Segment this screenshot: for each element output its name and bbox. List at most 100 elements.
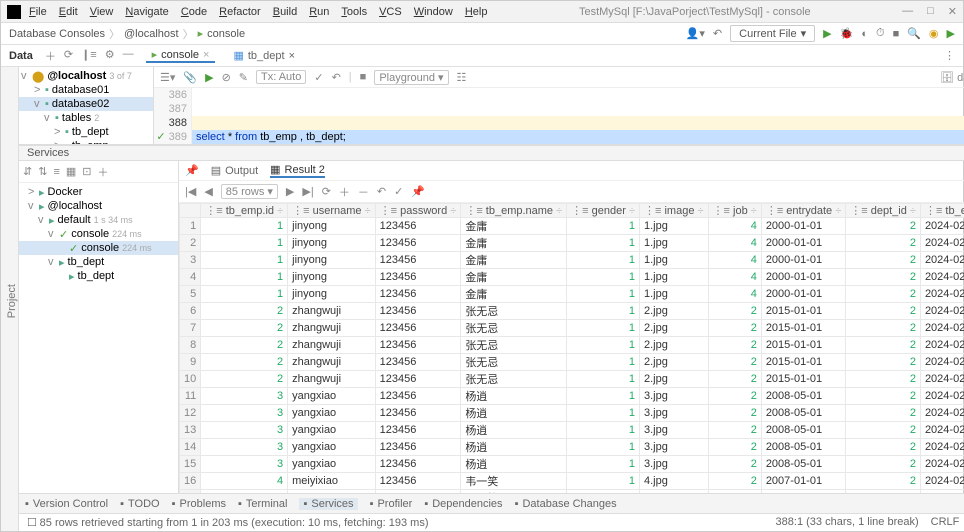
service-item[interactable]: v▸ @localhost <box>19 199 178 213</box>
collapse-icon[interactable]: — <box>123 48 134 64</box>
table-row[interactable]: 72zhangwuji123456张无忌12.jpg22015-01-01220… <box>180 320 964 337</box>
attach-icon[interactable]: 📎 <box>183 71 197 84</box>
refresh-icon[interactable]: ⟳ <box>64 48 73 64</box>
first-icon[interactable]: |◀ <box>185 185 196 198</box>
prev-icon[interactable]: ◀ <box>204 185 212 198</box>
menu-help[interactable]: Help <box>465 6 488 18</box>
caret-position[interactable]: 388:1 (33 chars, 1 line break) <box>776 516 919 529</box>
crumb-host[interactable]: @localhost <box>124 28 179 40</box>
column-header[interactable]: ⋮≡ gender ÷ <box>567 204 640 218</box>
bottom-tab-database-changes[interactable]: ▪ Database Changes <box>515 498 617 510</box>
rail-project[interactable]: Project <box>6 284 18 318</box>
column-header[interactable]: ⋮≡ tb_emp.create_time ÷ <box>920 204 964 218</box>
execute-icon[interactable]: ▶ <box>947 27 955 40</box>
column-header[interactable]: ⋮≡ entrydate ÷ <box>761 204 845 218</box>
table-row[interactable]: 51jinyong123456金庸11.jpg42000-01-0122024-… <box>180 286 964 303</box>
table-row[interactable]: 82zhangwuji123456张无忌12.jpg22015-01-01220… <box>180 337 964 354</box>
bottom-tab-services[interactable]: ▪ Services <box>299 498 357 510</box>
line-sep[interactable]: CRLF <box>931 516 960 529</box>
minimize-icon[interactable]: — <box>902 5 913 18</box>
close-icon[interactable]: ✕ <box>948 5 957 18</box>
crumb-console[interactable]: console <box>207 28 245 40</box>
pin-icon[interactable]: 📌 <box>185 164 199 177</box>
tab-output[interactable]: ▤ Output <box>211 164 258 177</box>
remove-row-icon[interactable]: － <box>358 184 369 200</box>
rows-selector[interactable]: 85 rows ▾ <box>221 184 278 199</box>
maximize-icon[interactable]: □ <box>927 5 934 18</box>
bottom-tab-terminal[interactable]: ▪ Terminal <box>238 498 287 510</box>
explain-icon[interactable]: ✎ <box>239 71 248 84</box>
services-header[interactable]: Services ⊕ ⚙ — <box>19 145 964 161</box>
column-header[interactable]: ⋮≡ dept_id ÷ <box>846 204 921 218</box>
add-icon[interactable]: ＋ <box>45 48 56 64</box>
table-row[interactable]: 123yangxiao123456杨逍13.jpg22008-05-012202… <box>180 405 964 422</box>
execute-button[interactable]: ▶ <box>205 71 213 84</box>
bottom-tab-version-control[interactable]: ▪ Version Control <box>25 498 108 510</box>
add-icon[interactable]: ＋ <box>97 164 108 180</box>
tree-item[interactable]: >▪ tb_dept <box>19 125 153 139</box>
bottom-tab-profiler[interactable]: ▪ Profiler <box>370 498 413 510</box>
back-icon[interactable]: ↶ <box>713 27 722 40</box>
table-row[interactable]: 143yangxiao123456杨逍13.jpg22008-05-012202… <box>180 439 964 456</box>
table-row[interactable]: 11jinyong123456金庸11.jpg42000-01-0122024-… <box>180 218 964 235</box>
bottom-tab-problems[interactable]: ▪ Problems <box>172 498 226 510</box>
table-row[interactable]: 31jinyong123456金庸11.jpg42000-01-0122024-… <box>180 252 964 269</box>
coverage-icon[interactable]: ◐ <box>861 28 868 40</box>
service-item[interactable]: >▸ Docker <box>19 185 178 199</box>
settings-icon[interactable]: ☷ <box>457 71 467 84</box>
menu-edit[interactable]: Edit <box>59 6 78 18</box>
service-item[interactable]: v▸ tb_dept <box>19 255 178 269</box>
dropdown-icon[interactable]: ☰▾ <box>160 71 175 84</box>
column-header[interactable]: ⋮≡ tb_emp.name ÷ <box>461 204 567 218</box>
user-icon[interactable]: 👤▾ <box>686 27 705 40</box>
menu-tools[interactable]: Tools <box>341 6 367 18</box>
add-row-icon[interactable]: ＋ <box>339 184 350 200</box>
pin-icon[interactable]: ■ <box>360 71 367 83</box>
stop-icon[interactable]: ■ <box>893 28 900 40</box>
menu-file[interactable]: File <box>29 6 47 18</box>
stop-icon[interactable]: ⊘ <box>222 71 231 84</box>
column-header[interactable]: ⋮≡ password ÷ <box>375 204 461 218</box>
menu-refactor[interactable]: Refactor <box>219 6 261 18</box>
commit-icon[interactable]: ✓ <box>314 71 323 84</box>
tab-tb-dept[interactable]: ▦ tb_dept × <box>227 49 301 62</box>
tx-mode-selector[interactable]: Tx: Auto <box>256 70 306 84</box>
rollback-icon[interactable]: ↶ <box>332 71 341 84</box>
tree-item[interactable]: v▪ tables 2 <box>19 111 153 125</box>
group-icon[interactable]: ▦ <box>66 165 76 178</box>
tab-console[interactable]: ▸ console × <box>146 48 216 63</box>
tree-root[interactable]: v⬤ @localhost 3 of 7 <box>19 69 153 83</box>
tree-item[interactable]: >▪ database01 <box>19 83 153 97</box>
run-config-selector[interactable]: Current File ▾ <box>730 25 815 42</box>
bottom-tab-todo[interactable]: ▪ TODO <box>120 498 159 510</box>
next-icon[interactable]: ▶ <box>286 185 294 198</box>
table-row[interactable]: 41jinyong123456金庸11.jpg42000-01-0122024-… <box>180 269 964 286</box>
table-row[interactable]: 62zhangwuji123456张无忌12.jpg22015-01-01220… <box>180 303 964 320</box>
refresh-icon[interactable]: ⟳ <box>322 185 331 198</box>
column-header[interactable]: ⋮≡ job ÷ <box>708 204 761 218</box>
menu-run[interactable]: Run <box>309 6 329 18</box>
service-item[interactable]: v▸ default 1 s 34 ms <box>19 213 178 227</box>
crumb-root[interactable]: Database Consoles <box>9 28 105 40</box>
table-row[interactable]: 164meiyixiao123456韦一笑14.jpg22007-01-0122… <box>180 473 964 490</box>
service-item[interactable]: ✓ console 224 ms <box>19 241 178 255</box>
debug-icon[interactable]: 🐞 <box>840 27 854 40</box>
tree-item[interactable]: v▪ database02 <box>19 97 153 111</box>
expand-icon[interactable]: ⇵ <box>23 165 32 178</box>
collapse-icon[interactable]: ⇅ <box>38 165 47 178</box>
settings-icon[interactable]: ⚙ <box>105 48 115 64</box>
run-button[interactable]: ▶ <box>823 27 831 40</box>
menu-navigate[interactable]: Navigate <box>125 6 168 18</box>
column-header[interactable]: ⋮≡ image ÷ <box>640 204 709 218</box>
column-header[interactable]: ⋮≡ username ÷ <box>288 204 376 218</box>
tab-result[interactable]: ▦ Result 2 <box>270 163 325 178</box>
profile-icon[interactable]: ⏱ <box>876 27 885 40</box>
menu-build[interactable]: Build <box>273 6 297 18</box>
result-grid[interactable]: ⋮≡ tb_emp.id ÷⋮≡ username ÷⋮≡ password ÷… <box>179 203 964 493</box>
pin-icon[interactable]: ⊡ <box>82 165 91 178</box>
filter-icon[interactable]: ≡ <box>53 166 59 178</box>
db-selector[interactable]: 🗄 database02 ▾ <box>940 71 964 84</box>
sql-editor[interactable]: 386 387 388 ✓ 389 select * from tb_emp ,… <box>154 88 964 144</box>
playground-selector[interactable]: Playground ▾ <box>374 70 448 85</box>
menu-vcs[interactable]: VCS <box>379 6 402 18</box>
